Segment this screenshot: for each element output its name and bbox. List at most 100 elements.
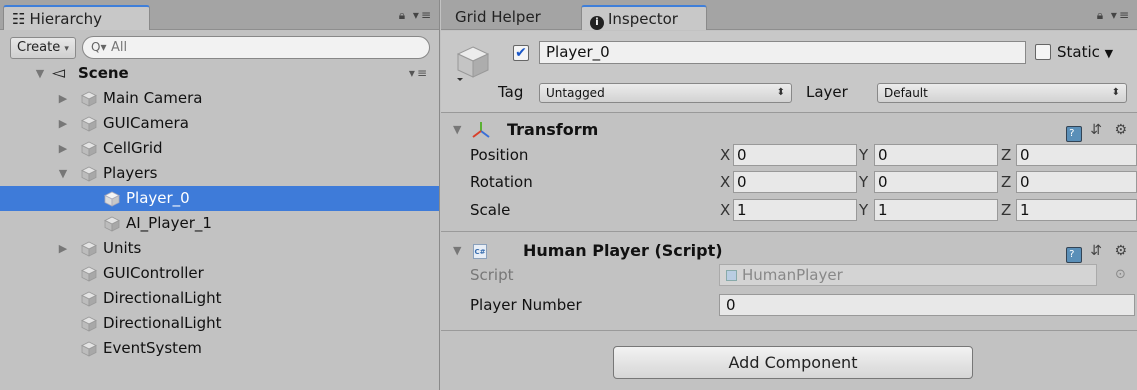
dropdown-arrows-icon: ⬍ [776,87,785,98]
scene-row[interactable]: ▼ ◅ Scene ▾≡ [0,61,439,86]
preset-sliders-icon[interactable]: ⇵ [1090,122,1106,138]
hierarchy-item-eventsystem[interactable]: EventSystem [0,336,439,361]
hierarchy-panel: ☷ Hierarchy 🔒︎ ▾≡ Create ▾ Q▾ All ▼ ◅ Sce… [0,0,440,390]
dropdown-arrows-icon: ⬍ [1111,87,1120,98]
tab-inspector-label: Inspector [608,10,678,28]
rotation-z-value: 0 [1020,173,1030,191]
collapsed-arrow-icon[interactable]: ▶ [57,136,69,161]
tab-hierarchy-label: Hierarchy [29,10,102,28]
gameobject-cube-icon [81,316,97,332]
collapsed-arrow-icon[interactable]: ▶ [57,111,69,136]
item-label: EventSystem [103,339,202,357]
player-number-value: 0 [726,296,736,314]
position-z-field[interactable]: 0 [1016,144,1137,166]
object-picker-icon: ⊙ [1115,267,1126,282]
gameobject-cube-icon [104,216,120,232]
hierarchy-item-guicamera[interactable]: ▶ GUICamera [0,111,439,136]
item-label: Player_0 [126,189,190,207]
rotation-y-field[interactable]: 0 [874,171,998,193]
gameobject-cube-icon [81,166,97,182]
add-component-label: Add Component [728,353,858,372]
item-label: AI_Player_1 [126,214,212,232]
create-button[interactable]: Create ▾ [10,37,76,59]
collapsed-arrow-icon[interactable]: ▶ [57,86,69,111]
rotation-z-field[interactable]: 0 [1016,171,1137,193]
axis-x-label: X [720,173,731,191]
player-number-label: Player Number [470,296,582,314]
item-label: Players [103,164,158,182]
hierarchy-item-cellgrid[interactable]: ▶ CellGrid [0,136,439,161]
rotation-x-field[interactable]: 0 [733,171,857,193]
layer-dropdown[interactable]: Default ⬍ [877,83,1127,103]
scale-x-field[interactable]: 1 [733,199,857,221]
scale-z-field[interactable]: 1 [1016,199,1137,221]
transform-header[interactable]: ▼ Transform ? ⇵ ⚙ [441,117,1137,143]
component-divider [441,231,1137,232]
gameobject-cube-icon [81,241,97,257]
scale-y-field[interactable]: 1 [874,199,998,221]
hierarchy-item-guicontroller[interactable]: GUIController [0,261,439,286]
scale-label: Scale [470,201,511,219]
component-divider [441,330,1137,331]
inspector-panel: Grid Helper i Inspector 🔒︎ ▾≡ ✔ Player_0 … [441,0,1137,390]
axis-z-label: Z [1001,201,1012,219]
gameobject-cube-icon [81,341,97,357]
chevron-down-icon[interactable]: ▼ [1105,47,1113,60]
player-number-field[interactable]: 0 [719,294,1135,316]
unity-scene-icon: ◅ [52,63,66,83]
preset-sliders-icon[interactable]: ⇵ [1090,243,1106,259]
collapsed-arrow-icon[interactable]: ▶ [57,236,69,261]
gameobject-cube-icon [81,291,97,307]
item-label: Main Camera [103,89,203,107]
hierarchy-item-directionallight[interactable]: DirectionalLight [0,311,439,336]
gear-icon[interactable]: ⚙ [1114,122,1131,138]
tab-grid-helper[interactable]: Grid Helper [447,5,549,30]
tab-hierarchy[interactable]: ☷ Hierarchy [3,5,150,30]
player-number-row: Player Number 0 [441,291,1137,319]
script-reference-field: HumanPlayer [719,264,1097,286]
script-reference-value: HumanPlayer [742,266,843,284]
static-checkbox[interactable] [1035,44,1051,60]
gameobject-cube-icon [81,91,97,107]
rotation-y-value: 0 [878,173,888,191]
transform-axes-icon [472,122,490,138]
help-book-icon[interactable]: ? [1065,126,1082,142]
static-label: Static ▼ [1057,43,1113,63]
expand-arrow-icon[interactable]: ▼ [453,117,461,143]
transform-header-icons: ? ⇵ ⚙ [1065,117,1131,143]
search-input[interactable]: Q▾ All [82,36,430,59]
hierarchy-toolbar: Create ▾ Q▾ All [0,31,439,61]
gear-icon[interactable]: ⚙ [1114,243,1131,259]
active-checkbox[interactable]: ✔ [513,45,529,61]
info-icon: i [590,16,604,30]
expand-arrow-icon[interactable]: ▼ [34,61,46,86]
tag-label: Tag [498,83,524,101]
position-x-field[interactable]: 0 [733,144,857,166]
axis-x-label: X [720,201,731,219]
add-component-button[interactable]: Add Component [613,346,973,379]
scene-menu-icon[interactable]: ▾≡ [409,61,429,86]
hierarchy-item-directionallight[interactable]: DirectionalLight [0,286,439,311]
hierarchy-item-player-0[interactable]: Player_0 [0,186,439,211]
hierarchy-item-main-camera[interactable]: ▶ Main Camera [0,86,439,111]
object-name-field[interactable]: Player_0 [539,41,1026,64]
hierarchy-item-ai-player-1[interactable]: AI_Player_1 [0,211,439,236]
axis-y-label: Y [859,146,869,164]
hierarchy-lock-menu-icon[interactable]: 🔒︎ ▾≡ [399,8,433,23]
gameobject-cube-icon [81,116,97,132]
rotation-row: Rotation X 0 Y 0 Z 0 [441,168,1137,196]
expand-arrow-icon[interactable]: ▼ [57,161,69,186]
position-y-field[interactable]: 0 [874,144,998,166]
chevron-down-icon: ▾ [64,44,69,54]
tag-dropdown[interactable]: Untagged ⬍ [539,83,792,103]
inspector-lock-menu-icon[interactable]: 🔒︎ ▾≡ [1097,8,1131,23]
hierarchy-item-players[interactable]: ▼ Players [0,161,439,186]
script-row: Script HumanPlayer ⊙ [441,261,1137,289]
search-icon: Q▾ [91,40,107,54]
item-label: DirectionalLight [103,289,222,307]
hierarchy-item-units[interactable]: ▶ Units [0,236,439,261]
tab-inspector[interactable]: i Inspector [581,5,707,30]
script-label: Script [470,266,514,284]
script-file-icon [726,270,737,281]
axis-y-label: Y [859,201,869,219]
